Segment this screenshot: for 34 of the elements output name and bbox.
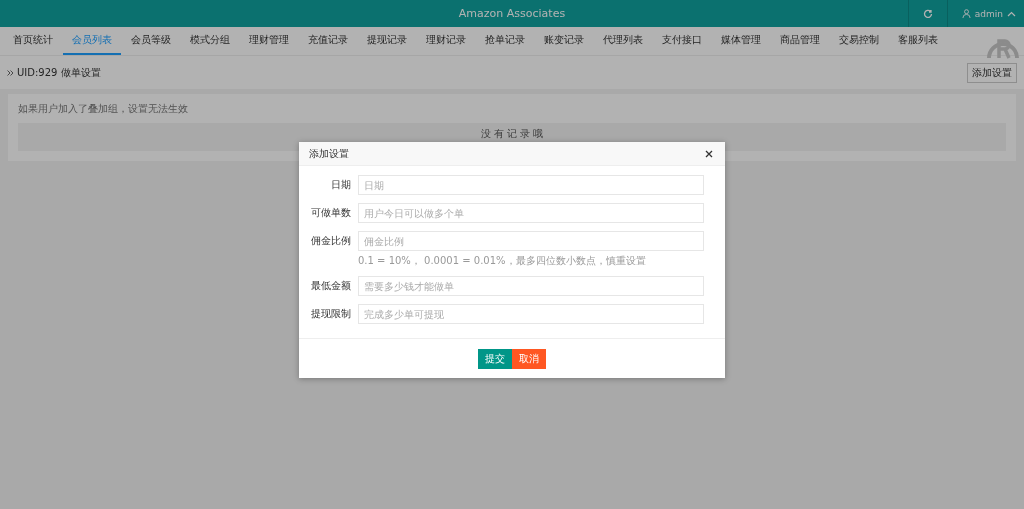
nav-tab[interactable]: 会员等级 [122, 27, 180, 55]
nav-tab[interactable]: 提现记录 [358, 27, 416, 55]
input-field[interactable]: 完成多少单可提现 [358, 304, 704, 324]
input-field[interactable]: 需要多少钱才能做单 [358, 276, 704, 296]
field-label: 日期 [330, 178, 352, 192]
breadcrumb: UID:929 做单设置 [17, 65, 101, 80]
field-label: 可做单数 [310, 206, 352, 220]
user-icon [961, 9, 971, 18]
nav-tab[interactable]: 充值记录 [299, 27, 357, 55]
add-setting-button[interactable]: 添加设置 [967, 62, 1017, 83]
input-field[interactable]: 日期 [358, 175, 704, 195]
nav-tab[interactable]: 代理列表 [594, 27, 652, 55]
field-label: 最低金额 [310, 279, 352, 293]
nav-tab[interactable]: 商品管理 [771, 27, 829, 55]
input-field[interactable]: 佣金比例 [358, 231, 704, 251]
nav-tab[interactable]: 抢单记录 [476, 27, 534, 55]
input-field[interactable]: 用户今日可以做多个单 [358, 203, 704, 223]
field-label: 佣金比例 [310, 234, 352, 248]
nav-tab[interactable]: 客服列表 [889, 27, 947, 55]
field-label: 提现限制 [310, 307, 352, 321]
nav-tab[interactable]: 账变记录 [535, 27, 593, 55]
nav-tab[interactable]: 交易控制 [830, 27, 888, 55]
nav-tab[interactable]: 媒体管理 [712, 27, 770, 55]
nav-tab[interactable]: 支付接口 [653, 27, 711, 55]
nav-tab[interactable]: 理财管理 [240, 27, 298, 55]
nav-tab[interactable]: 理财记录 [417, 27, 475, 55]
chevron-icon [7, 69, 14, 76]
nav-tab[interactable]: 首页统计 [4, 27, 62, 55]
submit-button[interactable]: 提交 [478, 349, 512, 369]
help-text: 0.1 = 10%， 0.0001 = 0.01%，最多四位数小数点，慎重设置 [358, 254, 647, 268]
notice-text: 如果用户加入了叠加组，设置无法生效 [18, 102, 189, 116]
caret-icon [1007, 10, 1016, 17]
nav-tab[interactable]: 模式分组 [181, 27, 239, 55]
app-title: Amazon Associates [458, 7, 566, 20]
